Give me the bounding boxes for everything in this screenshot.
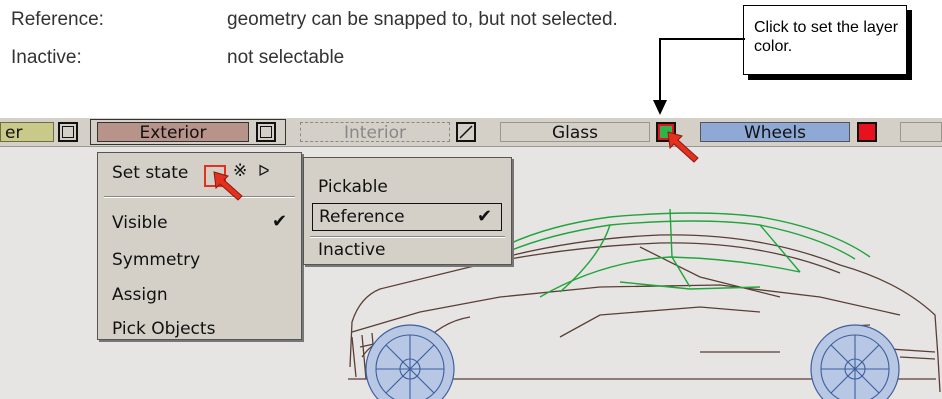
checkmark-icon: ✔ bbox=[272, 211, 288, 232]
layer-state-box[interactable] bbox=[58, 122, 78, 142]
layer-tab-wheels[interactable]: Wheels bbox=[700, 122, 850, 143]
layer-state-box[interactable] bbox=[256, 122, 276, 142]
menu-item-inactive[interactable]: Inactive bbox=[318, 240, 385, 260]
layer-tab-exterior[interactable]: Exterior bbox=[97, 122, 249, 143]
state-submenu: Pickable Reference ✔ Inactive bbox=[303, 157, 512, 265]
menu-item-assign[interactable]: Assign bbox=[112, 285, 168, 305]
layer-tab-er[interactable]: er bbox=[0, 122, 54, 143]
callout-text: Click to set the layer color. bbox=[754, 19, 899, 55]
description-definition: geometry can be snapped to, but not sele… bbox=[227, 9, 618, 30]
menu-item-visible[interactable]: Visible bbox=[112, 213, 168, 233]
menu-item-set-state[interactable]: Set state bbox=[112, 163, 188, 183]
menu-item-pick-objects[interactable]: Pick Objects bbox=[112, 319, 215, 339]
callout-leader-vertical bbox=[659, 38, 661, 102]
layer-tab-next[interactable] bbox=[900, 122, 942, 142]
menu-item-symmetry[interactable]: Symmetry bbox=[112, 250, 200, 270]
layer-tab-glass[interactable]: Glass bbox=[500, 122, 650, 143]
callout-box: Click to set the layer color. bbox=[743, 5, 907, 75]
submenu-arrow-icon: ᐅ bbox=[258, 162, 270, 180]
menu-item-reference-label: Reference bbox=[319, 207, 405, 227]
red-arrow-pointer-icon bbox=[213, 171, 243, 201]
layer-bar: er Exterior Interior Glass Wheels bbox=[0, 118, 942, 147]
checkmark-icon: ✔ bbox=[477, 206, 493, 227]
menu-separator bbox=[310, 236, 505, 238]
layer-color-swatch-wheels[interactable] bbox=[857, 122, 877, 142]
description-reference: Reference: geometry can be snapped to, b… bbox=[11, 9, 731, 35]
description-term: Reference: bbox=[11, 9, 104, 30]
callout-arrowhead-icon bbox=[653, 100, 667, 115]
callout-leader-horizontal bbox=[659, 38, 745, 40]
menu-separator bbox=[104, 196, 295, 198]
description-definition: not selectable bbox=[227, 47, 345, 68]
layer-inactive-box-icon[interactable] bbox=[456, 122, 476, 142]
layer-tab-interior[interactable]: Interior bbox=[300, 122, 450, 143]
description-inactive: Inactive: not selectable bbox=[11, 47, 731, 73]
menu-item-reference[interactable]: Reference ✔ bbox=[312, 203, 502, 231]
red-arrow-pointer-icon bbox=[667, 131, 699, 163]
description-term: Inactive: bbox=[11, 47, 82, 68]
layer-context-menu: Set state ※ ᐅ Visible ✔ Symmetry Assign … bbox=[97, 152, 302, 340]
menu-item-pickable[interactable]: Pickable bbox=[318, 177, 388, 197]
